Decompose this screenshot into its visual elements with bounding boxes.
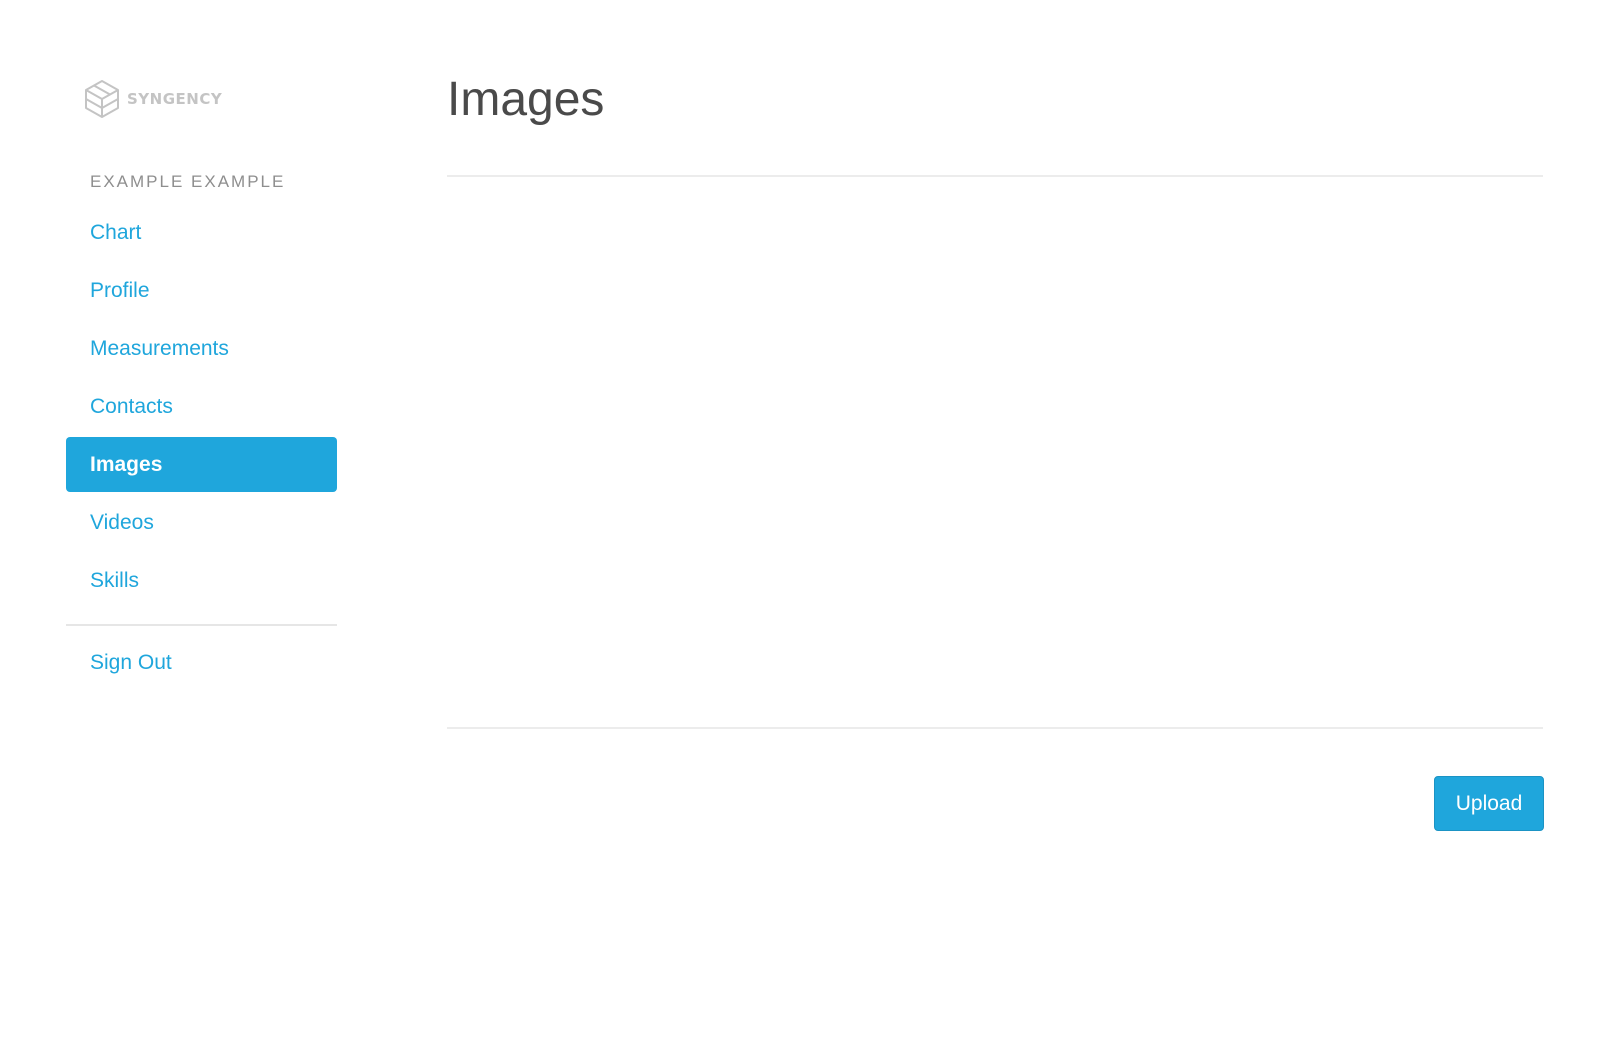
- sign-out-link[interactable]: Sign Out: [90, 651, 172, 675]
- cube-logo-icon: [85, 80, 119, 118]
- sidebar-nav: Chart Profile Measurements Contacts Imag…: [66, 205, 337, 611]
- app-root: SYNGENCY EXAMPLE EXAMPLE Chart Profile M…: [0, 0, 1600, 1038]
- images-gallery-area: [447, 177, 1543, 727]
- sidebar-item-measurements[interactable]: Measurements: [66, 321, 337, 376]
- page-title: Images: [447, 73, 605, 126]
- sidebar-item-skills[interactable]: Skills: [66, 553, 337, 608]
- sidebar-item-chart[interactable]: Chart: [66, 205, 337, 260]
- sidebar-item-profile[interactable]: Profile: [66, 263, 337, 318]
- user-name-label: EXAMPLE EXAMPLE: [90, 172, 286, 191]
- sidebar-divider: [66, 624, 337, 626]
- brand-name: SYNGENCY: [127, 90, 223, 108]
- upload-button[interactable]: Upload: [1434, 776, 1544, 831]
- sidebar-item-contacts[interactable]: Contacts: [66, 379, 337, 434]
- brand-logo[interactable]: SYNGENCY: [84, 78, 222, 120]
- sidebar-item-images[interactable]: Images: [66, 437, 337, 492]
- bottom-divider: [447, 727, 1543, 729]
- sidebar-item-videos[interactable]: Videos: [66, 495, 337, 550]
